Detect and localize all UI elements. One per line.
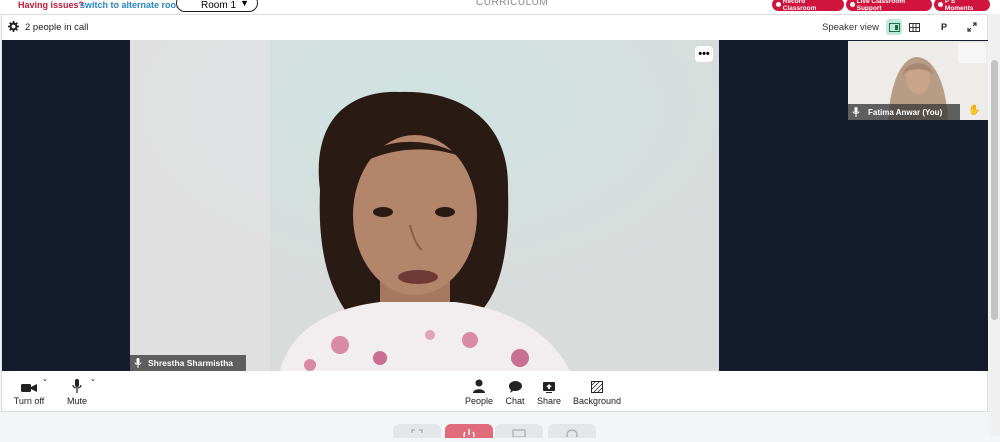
video-stage: ••• Shrestha Sharmistha Fatima Anwar (Yo…: [2, 40, 988, 371]
moments-icon: [938, 2, 943, 7]
scrollbar-thumb[interactable]: [991, 60, 998, 320]
people-label: People: [464, 396, 494, 406]
record-icon: [776, 2, 781, 7]
record-classroom-button[interactable]: Record Classroom: [772, 0, 844, 12]
background-button[interactable]: Background: [571, 371, 623, 413]
wheel-icon: [566, 429, 578, 441]
background-icon: [591, 381, 603, 393]
live-support-label: Live Classroom Support: [856, 0, 906, 12]
mute-label: Mute: [66, 396, 87, 406]
live-support-button[interactable]: Live Classroom Support: [846, 0, 932, 12]
screen-share-icon: [543, 382, 555, 393]
power-icon: [463, 429, 475, 441]
microphone-icon: [134, 358, 142, 368]
hand-raise-icon[interactable]: ✋: [968, 105, 980, 116]
room-selector[interactable]: Room 1 ▼: [176, 0, 258, 12]
grid-layout-icon: [908, 22, 920, 32]
caret-down-icon: ▼: [240, 0, 249, 8]
share-button[interactable]: Share: [535, 371, 563, 413]
camera-toggle-button[interactable]: Turn off: [12, 371, 46, 413]
video-options-button[interactable]: •••: [695, 46, 713, 62]
microphone-icon: [852, 107, 860, 117]
expand-icon: [411, 429, 423, 433]
camera-toggle-label: Turn off: [13, 396, 45, 406]
room-label: Room 1: [201, 0, 237, 11]
mute-button[interactable]: Mute: [64, 371, 90, 413]
person-icon: [473, 379, 485, 393]
chat-bubble-icon: [508, 381, 522, 393]
camera-options-chevron-icon[interactable]: ⌄: [42, 375, 48, 383]
mic-options-chevron-icon[interactable]: ⌄: [90, 375, 96, 383]
background-label: Background: [572, 396, 622, 406]
main-video-feed: ••• Shrestha Sharmistha: [130, 40, 719, 371]
people-count: 2 people in call: [25, 22, 89, 33]
self-view-thumbnail[interactable]: Fatima Anwar (You) ✋: [848, 41, 988, 120]
page-scrollbar[interactable]: [989, 14, 1000, 436]
having-issues-text: Having issues?: [18, 0, 85, 10]
main-participant-name: Shrestha Sharmistha: [148, 358, 234, 368]
fullscreen-button[interactable]: [964, 19, 980, 35]
main-participant-nametag: Shrestha Sharmistha: [130, 355, 246, 371]
fullscreen-icon: [967, 22, 977, 32]
video-camera-icon: [21, 384, 37, 392]
record-classroom-label: Record Classroom: [782, 0, 817, 12]
call-toolbar: Turn off ⌄ Mute ⌄ People Chat Share Back…: [2, 371, 987, 413]
grid-layout-button[interactable]: [906, 19, 922, 35]
gear-icon[interactable]: [8, 21, 19, 32]
participant-video-image: [130, 40, 719, 371]
ps-moments-label: P S Moments: [944, 0, 974, 12]
pin-p-button[interactable]: P: [936, 19, 952, 35]
top-bar: Having issues? switch to alternate room …: [0, 0, 1000, 14]
ps-moments-button[interactable]: P S Moments: [934, 0, 990, 12]
self-name: Fatima Anwar (You): [868, 107, 943, 117]
support-icon: [850, 2, 855, 7]
curriculum-title: CURRICULUM: [476, 0, 549, 8]
chat-button[interactable]: Chat: [503, 371, 527, 413]
share-label: Share: [536, 396, 562, 406]
speaker-layout-button[interactable]: [886, 19, 902, 35]
monitor-icon: [512, 429, 526, 438]
alternate-room-link[interactable]: switch to alternate room: [80, 0, 184, 10]
view-mode-label: Speaker view: [822, 22, 880, 33]
chat-label: Chat: [505, 396, 525, 406]
call-panel: 2 people in call Speaker view P ••• Shre…: [1, 14, 988, 412]
call-header: 2 people in call Speaker view P: [2, 15, 987, 40]
people-button[interactable]: People: [463, 371, 495, 413]
speaker-layout-icon: [888, 22, 900, 32]
microphone-icon: [72, 379, 82, 393]
self-nametag: Fatima Anwar (You): [848, 104, 960, 120]
